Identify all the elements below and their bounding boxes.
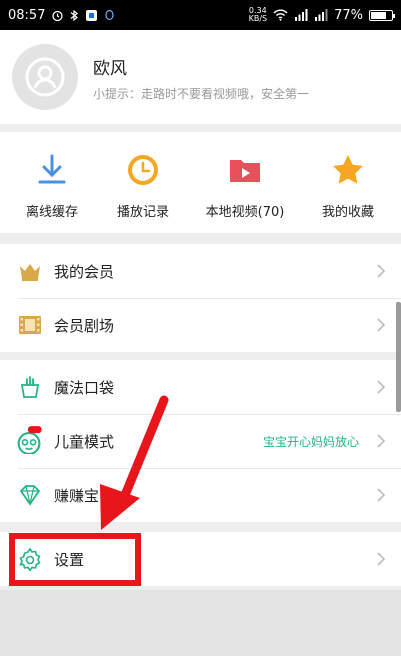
empty-background <box>0 590 401 666</box>
menu-item-my-membership[interactable]: 我的会员 <box>0 244 401 298</box>
chevron-right-icon <box>377 318 386 332</box>
battery-level-fill <box>371 11 386 19</box>
signal-sim1-icon <box>294 9 308 21</box>
shortcut-play-history[interactable]: 播放记录 <box>93 132 193 233</box>
menu-item-label: 会员剧场 <box>54 317 115 335</box>
chevron-right-icon <box>377 434 386 448</box>
avatar[interactable] <box>12 44 78 110</box>
folder-video-icon <box>230 160 260 182</box>
scrollbar-thumb[interactable] <box>396 302 401 412</box>
profile-name[interactable]: 欧风 <box>93 54 127 79</box>
kids-mode-icon <box>17 426 42 454</box>
status-time: 08:57 <box>8 7 46 23</box>
download-icon <box>38 154 66 184</box>
chevron-right-icon <box>377 380 386 394</box>
battery-icon <box>369 9 395 21</box>
shortcut-favorites[interactable]: 我的收藏 <box>298 132 398 233</box>
menu-item-label: 儿童模式 <box>54 433 115 451</box>
shortcut-row: 离线缓存 播放记录 本地视频(70) 我的收藏 <box>0 132 401 233</box>
menu-group-membership: 我的会员 会员剧场 <box>0 244 401 352</box>
default-avatar-icon <box>25 57 65 97</box>
diamond-icon <box>19 485 41 506</box>
chevron-right-icon <box>377 488 386 502</box>
menu-item-vip-theater[interactable]: 会员剧场 <box>0 298 401 352</box>
network-speed: 0.34 KB/S <box>248 6 268 23</box>
alarm-icon <box>51 9 64 22</box>
chevron-right-icon <box>377 264 386 278</box>
battery-percent: 77% <box>334 7 363 23</box>
qq-notification-icon <box>104 9 115 22</box>
crown-icon <box>20 264 40 281</box>
menu-item-label: 魔法口袋 <box>54 379 115 397</box>
wifi-icon <box>273 9 288 21</box>
menu-item-kids-mode[interactable]: 儿童模式 宝宝开心妈妈放心 <box>0 414 401 468</box>
magic-pocket-icon <box>20 376 40 398</box>
clock-icon <box>128 155 158 185</box>
signal-sim2-icon <box>314 9 328 21</box>
shortcut-label: 我的收藏 <box>321 205 374 220</box>
film-icon <box>19 316 41 334</box>
menu-item-earn[interactable]: 赚赚宝 <box>0 468 401 522</box>
shortcut-label: 离线缓存 <box>25 205 78 220</box>
kids-mode-tagline: 宝宝开心妈妈放心 <box>262 435 359 449</box>
app-notification-icon <box>85 9 98 22</box>
shortcut-label: 本地视频(70) <box>205 205 285 220</box>
menu-item-label: 我的会员 <box>54 263 115 281</box>
bottom-nav-edge <box>0 656 401 666</box>
bluetooth-icon <box>70 9 79 22</box>
menu-group-extras: 魔法口袋 儿童模式 宝宝开心妈妈放心 赚赚宝 <box>0 360 401 522</box>
menu-item-magic-pocket[interactable]: 魔法口袋 <box>0 360 401 414</box>
star-icon <box>333 155 363 184</box>
menu-item-label: 赚赚宝 <box>54 487 100 505</box>
shortcut-local-video[interactable]: 本地视频(70) <box>195 132 295 233</box>
shortcut-offline-cache[interactable]: 离线缓存 <box>2 132 102 233</box>
status-bar: 08:57 0.34 KB/S 77% <box>0 0 401 30</box>
chevron-right-icon <box>377 552 386 566</box>
annotation-highlight-box <box>9 533 141 586</box>
profile-header[interactable]: 欧风 小提示：走路时不要看视频哦，安全第一 <box>0 30 401 124</box>
profile-tip: 小提示：走路时不要看视频哦，安全第一 <box>93 87 310 101</box>
shortcut-label: 播放记录 <box>116 205 169 220</box>
